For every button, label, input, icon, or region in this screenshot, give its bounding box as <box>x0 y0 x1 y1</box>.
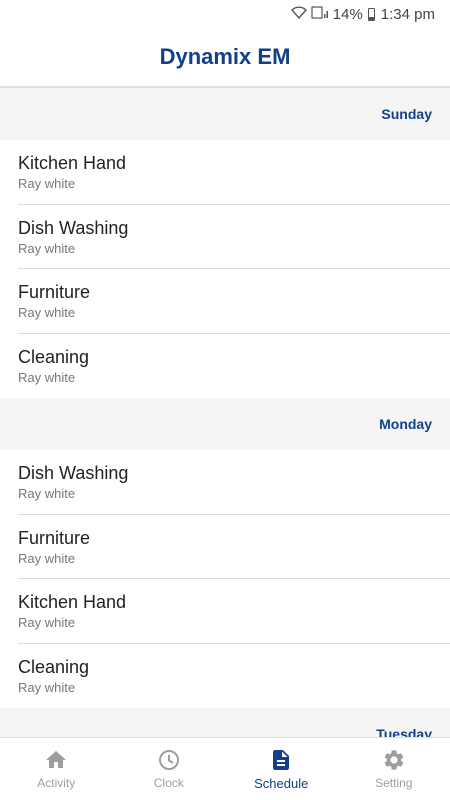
item-title: Cleaning <box>18 346 90 367</box>
item-subtitle: Ray white <box>18 240 76 256</box>
list-item[interactable]: Kitchen Hand Ray white <box>0 579 450 644</box>
nav-label: Activity <box>37 776 76 790</box>
app-header: Dynamix EM <box>0 28 450 88</box>
list-item[interactable]: Dish Washing Ray white <box>0 450 450 515</box>
day-label: Monday <box>379 416 432 432</box>
status-bar: 14% 1:34 pm <box>0 0 450 28</box>
day-header-tuesday: Tuesday <box>0 708 450 738</box>
day-list-sunday: Kitchen Hand Ray white Dish Washing Ray … <box>0 140 450 398</box>
item-title: Kitchen Hand <box>18 592 127 613</box>
nav-label: Schedule <box>254 775 309 791</box>
list-item[interactable]: Furniture Ray white <box>0 269 450 334</box>
clock-icon <box>158 750 179 770</box>
wifi-icon <box>290 6 307 22</box>
list-item[interactable]: Cleaning Ray white <box>0 334 450 399</box>
item-title: Furniture <box>18 527 91 548</box>
day-header-sunday: Sunday <box>0 88 450 140</box>
signal-icon <box>311 6 329 22</box>
schedule-list[interactable]: Sunday Kitchen Hand Ray white Dish Washi… <box>0 88 450 738</box>
document-icon <box>273 749 290 770</box>
battery-icon <box>367 7 375 21</box>
app-title: Dynamix EM <box>159 44 291 69</box>
item-subtitle: Ray white <box>18 369 76 385</box>
nav-label: Setting <box>375 776 413 790</box>
item-title: Furniture <box>18 282 91 303</box>
nav-label: Clock <box>153 776 184 790</box>
day-header-monday: Monday <box>0 398 450 450</box>
day-label: Sunday <box>381 106 432 122</box>
item-subtitle: Ray white <box>18 176 76 192</box>
nav-item-clock[interactable]: Clock <box>113 738 226 800</box>
list-item[interactable]: Kitchen Hand Ray white <box>0 140 450 205</box>
day-list-monday: Dish Washing Ray white Furniture Ray whi… <box>0 450 450 708</box>
item-title: Dish Washing <box>18 463 129 484</box>
nav-item-activity[interactable]: Activity <box>0 738 113 800</box>
bottom-nav: Activity Clock Schedule Setting <box>0 737 450 800</box>
list-item[interactable]: Cleaning Ray white <box>0 644 450 709</box>
item-subtitle: Ray white <box>18 550 76 566</box>
gear-icon <box>384 750 404 770</box>
battery-percent: 14% <box>332 5 363 23</box>
nav-item-setting[interactable]: Setting <box>338 738 450 800</box>
item-subtitle: Ray white <box>18 486 76 502</box>
item-title: Cleaning <box>18 656 90 677</box>
list-item[interactable]: Dish Washing Ray white <box>0 205 450 270</box>
clock-time: 1:34 pm <box>380 5 435 23</box>
item-title: Kitchen Hand <box>18 153 127 174</box>
item-title: Dish Washing <box>18 217 129 238</box>
item-subtitle: Ray white <box>18 615 76 631</box>
home-icon <box>46 751 67 768</box>
nav-item-schedule[interactable]: Schedule <box>225 738 338 800</box>
item-subtitle: Ray white <box>18 305 76 321</box>
list-item[interactable]: Furniture Ray white <box>0 515 450 580</box>
item-subtitle: Ray white <box>18 679 76 695</box>
